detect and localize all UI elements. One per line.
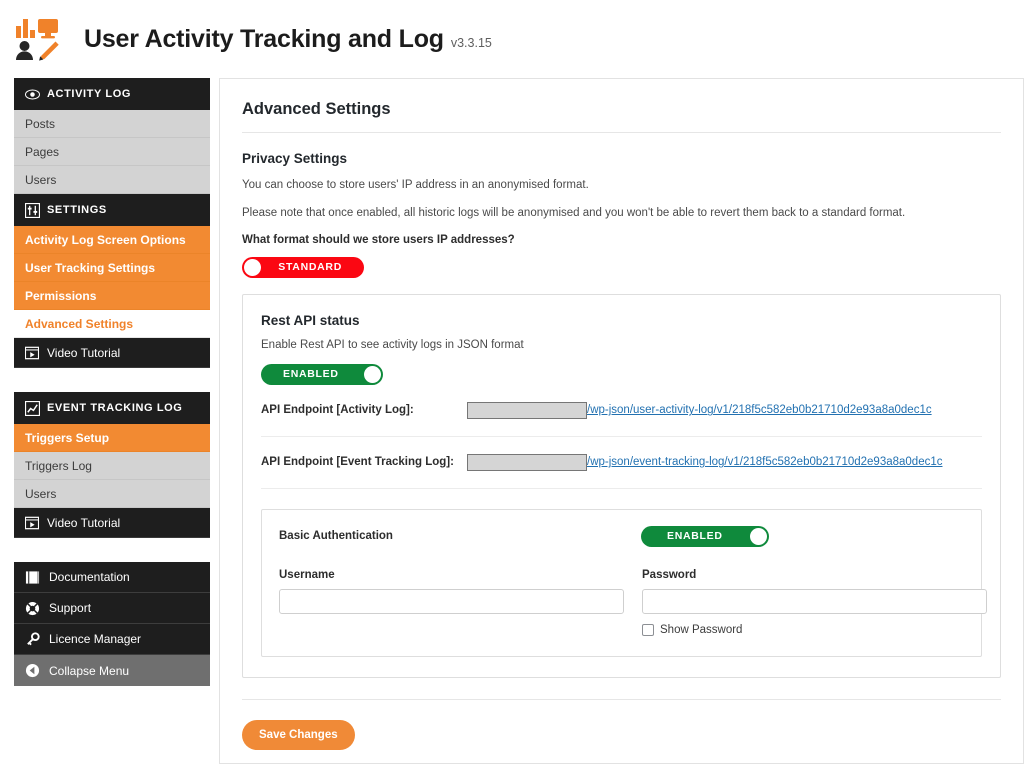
sidebar-item-user-tracking-settings[interactable]: User Tracking Settings bbox=[14, 254, 210, 282]
rest-api-subtitle: Enable Rest API to see activity logs in … bbox=[261, 338, 524, 351]
show-password-checkbox[interactable] bbox=[642, 623, 654, 636]
rest-api-toggle-label: ENABLED bbox=[283, 368, 339, 381]
basic-authentication-header: Basic Authentication ENABLED bbox=[279, 525, 964, 547]
basic-authentication-toggle-label: ENABLED bbox=[667, 530, 723, 543]
privacy-question: What format should we store users IP add… bbox=[242, 233, 515, 246]
sidebar-item-users[interactable]: Users bbox=[14, 166, 210, 194]
sidebar-head-label: EVENT TRACKING LOG bbox=[47, 402, 183, 414]
username-label: Username bbox=[279, 568, 335, 581]
endpoint-base-url-input-activity-log[interactable] bbox=[467, 401, 587, 419]
rest-api-title: Rest API status bbox=[261, 312, 360, 328]
sidebar-item-pages[interactable]: Pages bbox=[14, 138, 210, 166]
collapse-arrow-icon bbox=[25, 663, 40, 678]
password-field-group: Password Show Password bbox=[642, 569, 987, 636]
sidebar-item-advanced-settings[interactable]: Advanced Settings bbox=[14, 310, 210, 338]
life-ring-icon bbox=[25, 601, 40, 616]
password-input[interactable] bbox=[642, 588, 987, 614]
sidebar-head-label: SETTINGS bbox=[47, 204, 107, 216]
endpoint-row-event-tracking-log: API Endpoint [Event Tracking Log]: /wp-j… bbox=[261, 437, 982, 489]
content-panel: Advanced Settings Privacy Settings You c… bbox=[219, 78, 1024, 764]
key-icon bbox=[25, 631, 40, 647]
endpoint-label: API Endpoint [Event Tracking Log]: bbox=[261, 456, 454, 469]
activity-tracking-logo-icon bbox=[14, 16, 60, 62]
rest-api-card: Rest API status Enable Rest API to see a… bbox=[242, 293, 1001, 678]
sidebar-footer-label: Support bbox=[49, 601, 92, 615]
sidebar-footer-label: Collapse Menu bbox=[49, 663, 130, 678]
basic-authentication-toggle[interactable]: ENABLED bbox=[641, 525, 769, 547]
app-title-text: User Activity Tracking and Log bbox=[84, 24, 444, 53]
sidebar-item-video-tutorial-settings[interactable]: Video Tutorial bbox=[14, 338, 210, 368]
ip-format-toggle[interactable]: STANDARD bbox=[242, 256, 364, 278]
basic-authentication-label: Basic Authentication bbox=[279, 530, 393, 543]
sidebar-item-permissions[interactable]: Permissions bbox=[14, 282, 210, 310]
sidebar-item-triggers-setup[interactable]: Triggers Setup bbox=[14, 424, 210, 452]
username-field-group: Username bbox=[279, 569, 624, 636]
sidebar-footer-menu: Documentation Support Licence Manager Co… bbox=[14, 562, 210, 686]
toggle-knob bbox=[750, 527, 767, 545]
sidebar-item-video-tutorial-events[interactable]: Video Tutorial bbox=[14, 508, 210, 538]
sidebar: ACTIVITY LOG Posts Pages Users SETTINGS … bbox=[14, 78, 210, 686]
sidebar-footer-label: Licence Manager bbox=[49, 632, 142, 646]
app-header: User Activity Tracking and Log v3.3.15 bbox=[0, 0, 1024, 78]
sidebar-item-event-users[interactable]: Users bbox=[14, 480, 210, 508]
sidebar-group-settings: SETTINGS Activity Log Screen Options Use… bbox=[14, 194, 210, 368]
sliders-icon bbox=[24, 202, 41, 218]
save-changes-button[interactable]: Save Changes bbox=[242, 719, 355, 750]
sidebar-item-documentation[interactable]: Documentation bbox=[14, 562, 210, 593]
app-version: v3.3.15 bbox=[450, 35, 492, 50]
page-title: User Activity Tracking and Log v3.3.15 bbox=[84, 24, 492, 53]
sidebar-group-event-tracking-log: EVENT TRACKING LOG Triggers Setup Trigge… bbox=[14, 392, 210, 538]
sidebar-foot-label: Video Tutorial bbox=[47, 345, 121, 360]
video-icon bbox=[24, 346, 40, 360]
endpoint-url-event-tracking-log[interactable]: /wp-json/event-tracking-log/v1/218f5c582… bbox=[587, 456, 942, 468]
sidebar-head-label: ACTIVITY LOG bbox=[47, 88, 132, 100]
username-input[interactable] bbox=[279, 588, 624, 614]
show-password-row[interactable]: Show Password bbox=[642, 623, 987, 636]
advanced-settings-title: Advanced Settings bbox=[242, 100, 391, 118]
eye-icon bbox=[25, 87, 40, 102]
endpoint-label: API Endpoint [Activity Log]: bbox=[261, 404, 414, 417]
sidebar-item-triggers-log[interactable]: Triggers Log bbox=[14, 452, 210, 480]
sidebar-group-activity-log: ACTIVITY LOG Posts Pages Users bbox=[14, 78, 210, 194]
sidebar-head-activity-log: ACTIVITY LOG bbox=[14, 78, 210, 110]
toggle-knob bbox=[364, 365, 381, 383]
sidebar-head-event-tracking-log: EVENT TRACKING LOG bbox=[14, 392, 210, 424]
basic-authentication-box: Basic Authentication ENABLED Username Pa… bbox=[261, 508, 987, 657]
endpoint-url-activity-log[interactable]: /wp-json/user-activity-log/v1/218f5c582e… bbox=[587, 404, 932, 416]
sidebar-foot-label: Video Tutorial bbox=[47, 515, 121, 530]
book-icon bbox=[25, 570, 40, 585]
video-icon bbox=[24, 516, 40, 530]
title-divider bbox=[242, 132, 1001, 133]
sidebar-item-collapse-menu[interactable]: Collapse Menu bbox=[14, 655, 210, 686]
chart-line-icon bbox=[24, 400, 41, 416]
privacy-paragraph-2: Please note that once enabled, all histo… bbox=[242, 206, 906, 219]
footer-divider bbox=[242, 698, 1001, 700]
ip-format-toggle-label: STANDARD bbox=[278, 261, 342, 274]
sidebar-footer-label: Documentation bbox=[49, 570, 130, 584]
sidebar-item-support[interactable]: Support bbox=[14, 593, 210, 624]
show-password-label: Show Password bbox=[660, 623, 743, 636]
sidebar-item-activity-log-screen-options[interactable]: Activity Log Screen Options bbox=[14, 226, 210, 254]
sidebar-item-posts[interactable]: Posts bbox=[14, 110, 210, 138]
endpoint-base-url-input-event-tracking-log[interactable] bbox=[467, 453, 587, 471]
sidebar-head-settings: SETTINGS bbox=[14, 194, 210, 226]
privacy-settings-title: Privacy Settings bbox=[242, 151, 348, 166]
sidebar-item-licence-manager[interactable]: Licence Manager bbox=[14, 624, 210, 655]
privacy-paragraph-1: You can choose to store users' IP addres… bbox=[242, 179, 589, 191]
rest-api-toggle[interactable]: ENABLED bbox=[261, 363, 383, 385]
password-label: Password bbox=[642, 568, 697, 581]
credentials-fields: Username Password Show Password bbox=[279, 569, 987, 636]
toggle-knob bbox=[244, 258, 261, 276]
endpoint-row-activity-log: API Endpoint [Activity Log]: /wp-json/us… bbox=[261, 385, 982, 437]
main-shell: ACTIVITY LOG Posts Pages Users SETTINGS … bbox=[0, 78, 1024, 764]
